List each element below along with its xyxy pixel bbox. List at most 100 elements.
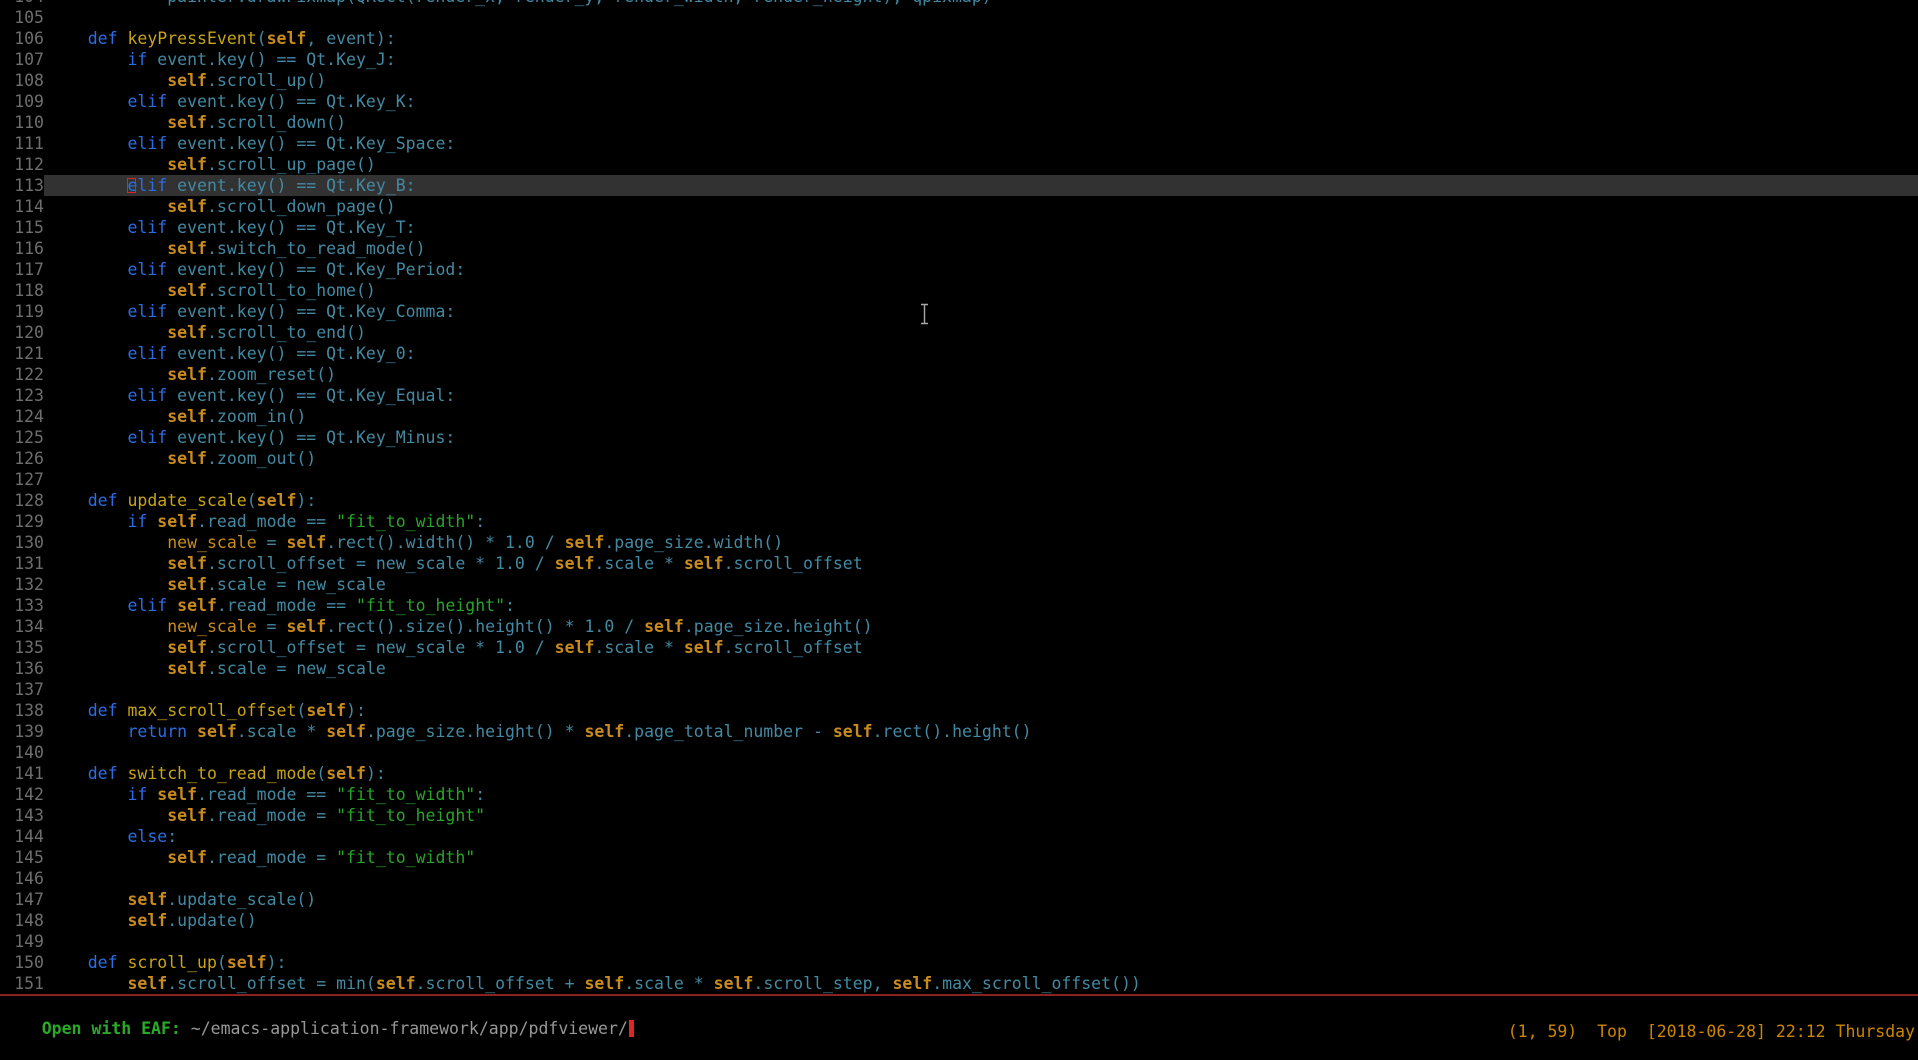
code-line[interactable]: 133 elif self.read_mode == "fit_to_heigh…: [0, 595, 1918, 616]
code-line[interactable]: 112 self.scroll_up_page(): [0, 154, 1918, 175]
code-text: self.scale = new_scale: [44, 658, 1918, 679]
code-line[interactable]: 129 if self.read_mode == "fit_to_width":: [0, 511, 1918, 532]
code-line[interactable]: 114 self.scroll_down_page(): [0, 196, 1918, 217]
code-line[interactable]: 127: [0, 469, 1918, 490]
code-line[interactable]: 107 if event.key() == Qt.Key_J:: [0, 49, 1918, 70]
code-line[interactable]: 132 self.scale = new_scale: [0, 574, 1918, 595]
code-buffer[interactable]: 104 painter.drawPixmap(QRect(render_x, r…: [0, 0, 1918, 994]
code-line[interactable]: 141 def switch_to_read_mode(self):: [0, 763, 1918, 784]
code-line[interactable]: 126 self.zoom_out(): [0, 448, 1918, 469]
line-number: 119: [0, 301, 44, 322]
line-number: 146: [0, 868, 44, 889]
code-line[interactable]: 110 self.scroll_down(): [0, 112, 1918, 133]
line-number: 133: [0, 595, 44, 616]
line-number: 112: [0, 154, 44, 175]
code-line[interactable]: 138 def max_scroll_offset(self):: [0, 700, 1918, 721]
code-line[interactable]: 119 elif event.key() == Qt.Key_Comma:: [0, 301, 1918, 322]
code-text: self.scroll_up_page(): [44, 154, 1918, 175]
code-text: elif event.key() == Qt.Key_Space:: [44, 133, 1918, 154]
code-line[interactable]: 140: [0, 742, 1918, 763]
code-line[interactable]: 142 if self.read_mode == "fit_to_width":: [0, 784, 1918, 805]
code-line[interactable]: 145 self.read_mode = "fit_to_width": [0, 847, 1918, 868]
code-text: elif event.key() == Qt.Key_B:: [44, 175, 1918, 196]
code-text: if self.read_mode == "fit_to_width":: [44, 784, 1918, 805]
code-line[interactable]: 113 elif event.key() == Qt.Key_B:: [0, 175, 1918, 196]
code-line[interactable]: 149: [0, 931, 1918, 952]
line-number: 123: [0, 385, 44, 406]
code-line[interactable]: 144 else:: [0, 826, 1918, 847]
minibuffer[interactable]: Open with EAF: ~/emacs-application-frame…: [2, 997, 634, 1018]
line-number: 135: [0, 637, 44, 658]
code-text: self.scroll_offset = new_scale * 1.0 / s…: [44, 637, 1918, 658]
code-line[interactable]: 115 elif event.key() == Qt.Key_T:: [0, 217, 1918, 238]
code-text: self.zoom_reset(): [44, 364, 1918, 385]
code-text: self.update_scale(): [44, 889, 1918, 910]
code-text: [44, 7, 1918, 28]
code-line[interactable]: 143 self.read_mode = "fit_to_height": [0, 805, 1918, 826]
line-number: 120: [0, 322, 44, 343]
code-line[interactable]: 131 self.scroll_offset = new_scale * 1.0…: [0, 553, 1918, 574]
code-line[interactable]: 128 def update_scale(self):: [0, 490, 1918, 511]
code-line[interactable]: 121 elif event.key() == Qt.Key_0:: [0, 343, 1918, 364]
code-text: self.switch_to_read_mode(): [44, 238, 1918, 259]
code-text: else:: [44, 826, 1918, 847]
code-line[interactable]: 136 self.scale = new_scale: [0, 658, 1918, 679]
code-text: elif event.key() == Qt.Key_Minus:: [44, 427, 1918, 448]
code-line[interactable]: 147 self.update_scale(): [0, 889, 1918, 910]
code-line[interactable]: 120 self.scroll_to_end(): [0, 322, 1918, 343]
code-text: if self.read_mode == "fit_to_width":: [44, 511, 1918, 532]
code-line[interactable]: 134 new_scale = self.rect().size().heigh…: [0, 616, 1918, 637]
code-text: def keyPressEvent(self, event):: [44, 28, 1918, 49]
code-line[interactable]: 150 def scroll_up(self):: [0, 952, 1918, 973]
code-text: new_scale = self.rect().width() * 1.0 / …: [44, 532, 1918, 553]
code-line[interactable]: 139 return self.scale * self.page_size.h…: [0, 721, 1918, 742]
minibuffer-text-cursor: [629, 1020, 634, 1037]
line-number: 138: [0, 700, 44, 721]
code-line[interactable]: 106 def keyPressEvent(self, event):: [0, 28, 1918, 49]
code-line[interactable]: 122 self.zoom_reset(): [0, 364, 1918, 385]
line-number: 127: [0, 469, 44, 490]
code-line[interactable]: 109 elif event.key() == Qt.Key_K:: [0, 91, 1918, 112]
code-line[interactable]: 125 elif event.key() == Qt.Key_Minus:: [0, 427, 1918, 448]
code-line[interactable]: 111 elif event.key() == Qt.Key_Space:: [0, 133, 1918, 154]
line-number: 110: [0, 112, 44, 133]
minibuffer-input[interactable]: ~/emacs-application-framework/app/pdfvie…: [191, 1019, 628, 1038]
code-line[interactable]: 146: [0, 868, 1918, 889]
code-line[interactable]: 124 self.zoom_in(): [0, 406, 1918, 427]
code-line[interactable]: 117 elif event.key() == Qt.Key_Period:: [0, 259, 1918, 280]
code-line[interactable]: 123 elif event.key() == Qt.Key_Equal:: [0, 385, 1918, 406]
code-text: elif event.key() == Qt.Key_K:: [44, 91, 1918, 112]
code-line[interactable]: 118 self.scroll_to_home(): [0, 280, 1918, 301]
line-number: 121: [0, 343, 44, 364]
code-line[interactable]: 151 self.scroll_offset = min(self.scroll…: [0, 973, 1918, 994]
line-number: 111: [0, 133, 44, 154]
code-line[interactable]: 104 painter.drawPixmap(QRect(render_x, r…: [0, 0, 1918, 7]
code-text: self.scroll_down_page(): [44, 196, 1918, 217]
code-text: def scroll_up(self):: [44, 952, 1918, 973]
code-line[interactable]: 135 self.scroll_offset = new_scale * 1.0…: [0, 637, 1918, 658]
line-number: 150: [0, 952, 44, 973]
line-number: 129: [0, 511, 44, 532]
line-number: 134: [0, 616, 44, 637]
line-number: 108: [0, 70, 44, 91]
code-line[interactable]: 105: [0, 7, 1918, 28]
code-line[interactable]: 130 new_scale = self.rect().width() * 1.…: [0, 532, 1918, 553]
line-number: 107: [0, 49, 44, 70]
code-text: self.scroll_offset = new_scale * 1.0 / s…: [44, 553, 1918, 574]
minibuffer-prompt: Open with EAF:: [42, 1019, 191, 1038]
code-line[interactable]: 137: [0, 679, 1918, 700]
code-line[interactable]: 148 self.update(): [0, 910, 1918, 931]
buffer-hollow-cursor: e: [127, 176, 137, 195]
line-number: 139: [0, 721, 44, 742]
line-number: 136: [0, 658, 44, 679]
code-text: [44, 931, 1918, 952]
line-number: 147: [0, 889, 44, 910]
code-text: self.scroll_down(): [44, 112, 1918, 133]
code-line[interactable]: 108 self.scroll_up(): [0, 70, 1918, 91]
line-number: 144: [0, 826, 44, 847]
code-line[interactable]: 116 self.switch_to_read_mode(): [0, 238, 1918, 259]
code-text: [44, 469, 1918, 490]
line-number: 113: [0, 175, 44, 196]
code-lines: 104 painter.drawPixmap(QRect(render_x, r…: [0, 0, 1918, 994]
code-text: [44, 868, 1918, 889]
